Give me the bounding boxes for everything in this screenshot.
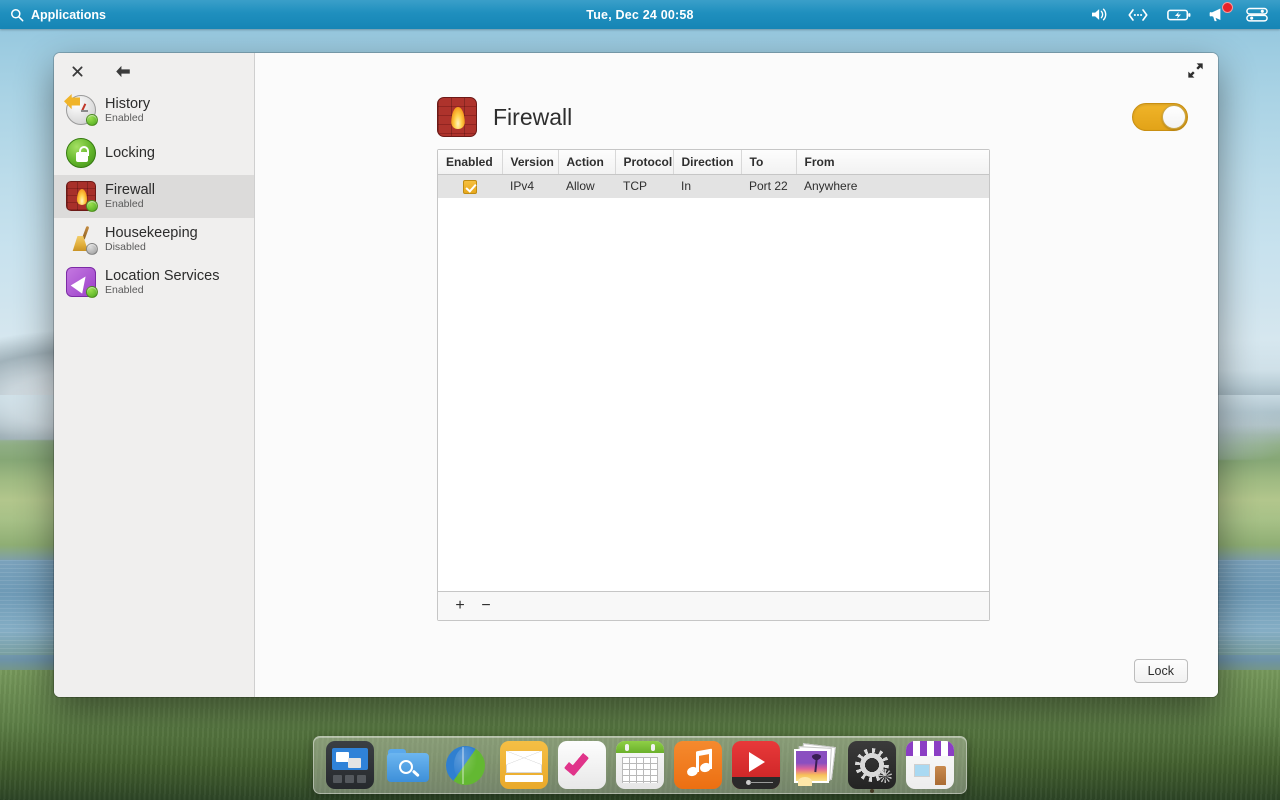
search-icon[interactable] <box>10 8 24 22</box>
network-icon[interactable] <box>1127 8 1149 22</box>
history-icon <box>64 94 98 126</box>
calendar-icon <box>616 741 664 789</box>
column-header-enabled[interactable]: Enabled <box>438 150 503 175</box>
dock-item-file-manager[interactable] <box>384 741 432 789</box>
expand-icon[interactable] <box>1187 62 1205 80</box>
table-empty-area[interactable] <box>438 197 989 591</box>
cell-version: IPv4 <box>502 174 558 198</box>
broom-icon <box>66 224 98 255</box>
web-browser-icon <box>442 741 490 789</box>
cell-enabled <box>438 174 502 198</box>
control-center-icon[interactable] <box>1246 7 1268 22</box>
location-icon <box>66 267 98 298</box>
sidebar: History Enabled Locking Firewall Enabled <box>54 53 255 697</box>
page-title: Firewall <box>493 103 573 130</box>
table-header-row: Enabled Version Action Protocol Directio… <box>438 150 989 175</box>
settings-window: History Enabled Locking Firewall Enabled <box>54 53 1218 697</box>
system-settings-icon <box>848 741 896 789</box>
mission-control-icon <box>326 741 374 789</box>
dock-item-video-player[interactable] <box>732 741 780 789</box>
sidebar-item-firewall[interactable]: Firewall Enabled <box>54 175 254 218</box>
mail-icon <box>500 741 548 789</box>
sidebar-item-label: History <box>105 95 151 112</box>
status-dot <box>86 286 98 298</box>
dock-item-tasks[interactable] <box>558 741 606 789</box>
sidebar-item-housekeeping[interactable]: Housekeeping Disabled <box>54 218 254 261</box>
sidebar-item-label: Locking <box>105 144 155 161</box>
close-icon[interactable] <box>67 61 87 81</box>
column-header-action[interactable]: Action <box>558 150 616 175</box>
cell-protocol: TCP <box>615 174 673 198</box>
sidebar-item-label: Location Services <box>105 267 220 284</box>
firewall-rules-table: Enabled Version Action Protocol Directio… <box>437 149 990 621</box>
column-header-version[interactable]: Version <box>502 150 559 175</box>
dock-item-web-browser[interactable] <box>442 741 490 789</box>
remove-rule-button[interactable]: − <box>475 595 497 617</box>
video-player-icon <box>732 741 780 789</box>
sidebar-item-status: Enabled <box>105 283 144 296</box>
app-store-icon <box>906 741 954 789</box>
column-header-direction[interactable]: Direction <box>673 150 742 175</box>
status-dot <box>86 243 98 255</box>
file-manager-icon <box>384 741 432 789</box>
firewall-icon <box>437 97 477 137</box>
main-content: Firewall Enabled Version Action Protocol <box>255 53 1218 697</box>
cell-from: Anywhere <box>796 174 989 198</box>
volume-icon[interactable] <box>1090 7 1109 22</box>
rules-table: Enabled Version Action Protocol Directio… <box>438 150 989 198</box>
back-arrow-icon[interactable] <box>113 61 133 81</box>
lock-icon <box>66 138 96 168</box>
footer-actions: Lock <box>1133 659 1188 683</box>
notification-badge <box>1222 1 1233 13</box>
dock <box>313 736 967 794</box>
firewall-icon <box>66 181 98 212</box>
cell-action: Allow <box>558 174 615 198</box>
main-topbar <box>255 53 1218 89</box>
cell-direction: In <box>673 174 741 198</box>
rule-enabled-checkbox[interactable] <box>463 179 477 194</box>
top-menu-bar: Applications Tue, Dec 24 00:58 <box>0 0 1280 29</box>
dock-item-mail[interactable] <box>500 741 548 789</box>
sidebar-item-history[interactable]: History Enabled <box>54 89 254 132</box>
column-header-from[interactable]: From <box>796 150 989 175</box>
running-indicator <box>870 789 874 793</box>
cell-to: Port 22 <box>741 174 796 198</box>
sidebar-item-label: Housekeeping <box>105 224 198 241</box>
photos-icon <box>790 741 838 789</box>
panel-header: Firewall <box>437 89 1188 145</box>
status-dot <box>86 114 98 126</box>
sidebar-item-location-services[interactable]: Location Services Enabled <box>54 261 254 304</box>
dock-item-calendar[interactable] <box>616 741 664 789</box>
toggle-knob <box>1162 105 1186 129</box>
add-rule-button[interactable]: + <box>449 595 471 617</box>
lock-button[interactable]: Lock <box>1133 659 1188 683</box>
firewall-enable-toggle[interactable] <box>1132 103 1188 131</box>
column-header-protocol[interactable]: Protocol <box>615 150 674 175</box>
menubar-clock: Tue, Dec 24 00:58 <box>586 7 694 22</box>
status-dot <box>86 200 98 212</box>
dock-item-mission-control[interactable] <box>326 741 374 789</box>
table-toolbar: + − <box>438 591 989 620</box>
applications-menu[interactable]: Applications <box>31 8 106 22</box>
column-header-to[interactable]: To <box>741 150 797 175</box>
dock-item-app-store[interactable] <box>906 741 954 789</box>
notifications-icon[interactable] <box>1209 1 1233 23</box>
sidebar-item-status: Enabled <box>105 111 144 124</box>
dock-item-music[interactable] <box>674 741 722 789</box>
dock-item-photos[interactable] <box>790 741 838 789</box>
sidebar-item-status: Enabled <box>105 197 144 210</box>
sidebar-item-label: Firewall <box>105 181 155 198</box>
music-icon <box>674 741 722 789</box>
dock-item-system-settings[interactable] <box>848 741 896 793</box>
sidebar-item-status: Disabled <box>105 240 146 253</box>
battery-icon[interactable] <box>1167 8 1191 22</box>
window-controls <box>54 53 254 89</box>
table-row[interactable]: IPv4 Allow TCP In Port 22 Anywhere <box>438 174 989 198</box>
tasks-icon <box>558 741 606 789</box>
sidebar-item-locking[interactable]: Locking <box>54 132 254 175</box>
